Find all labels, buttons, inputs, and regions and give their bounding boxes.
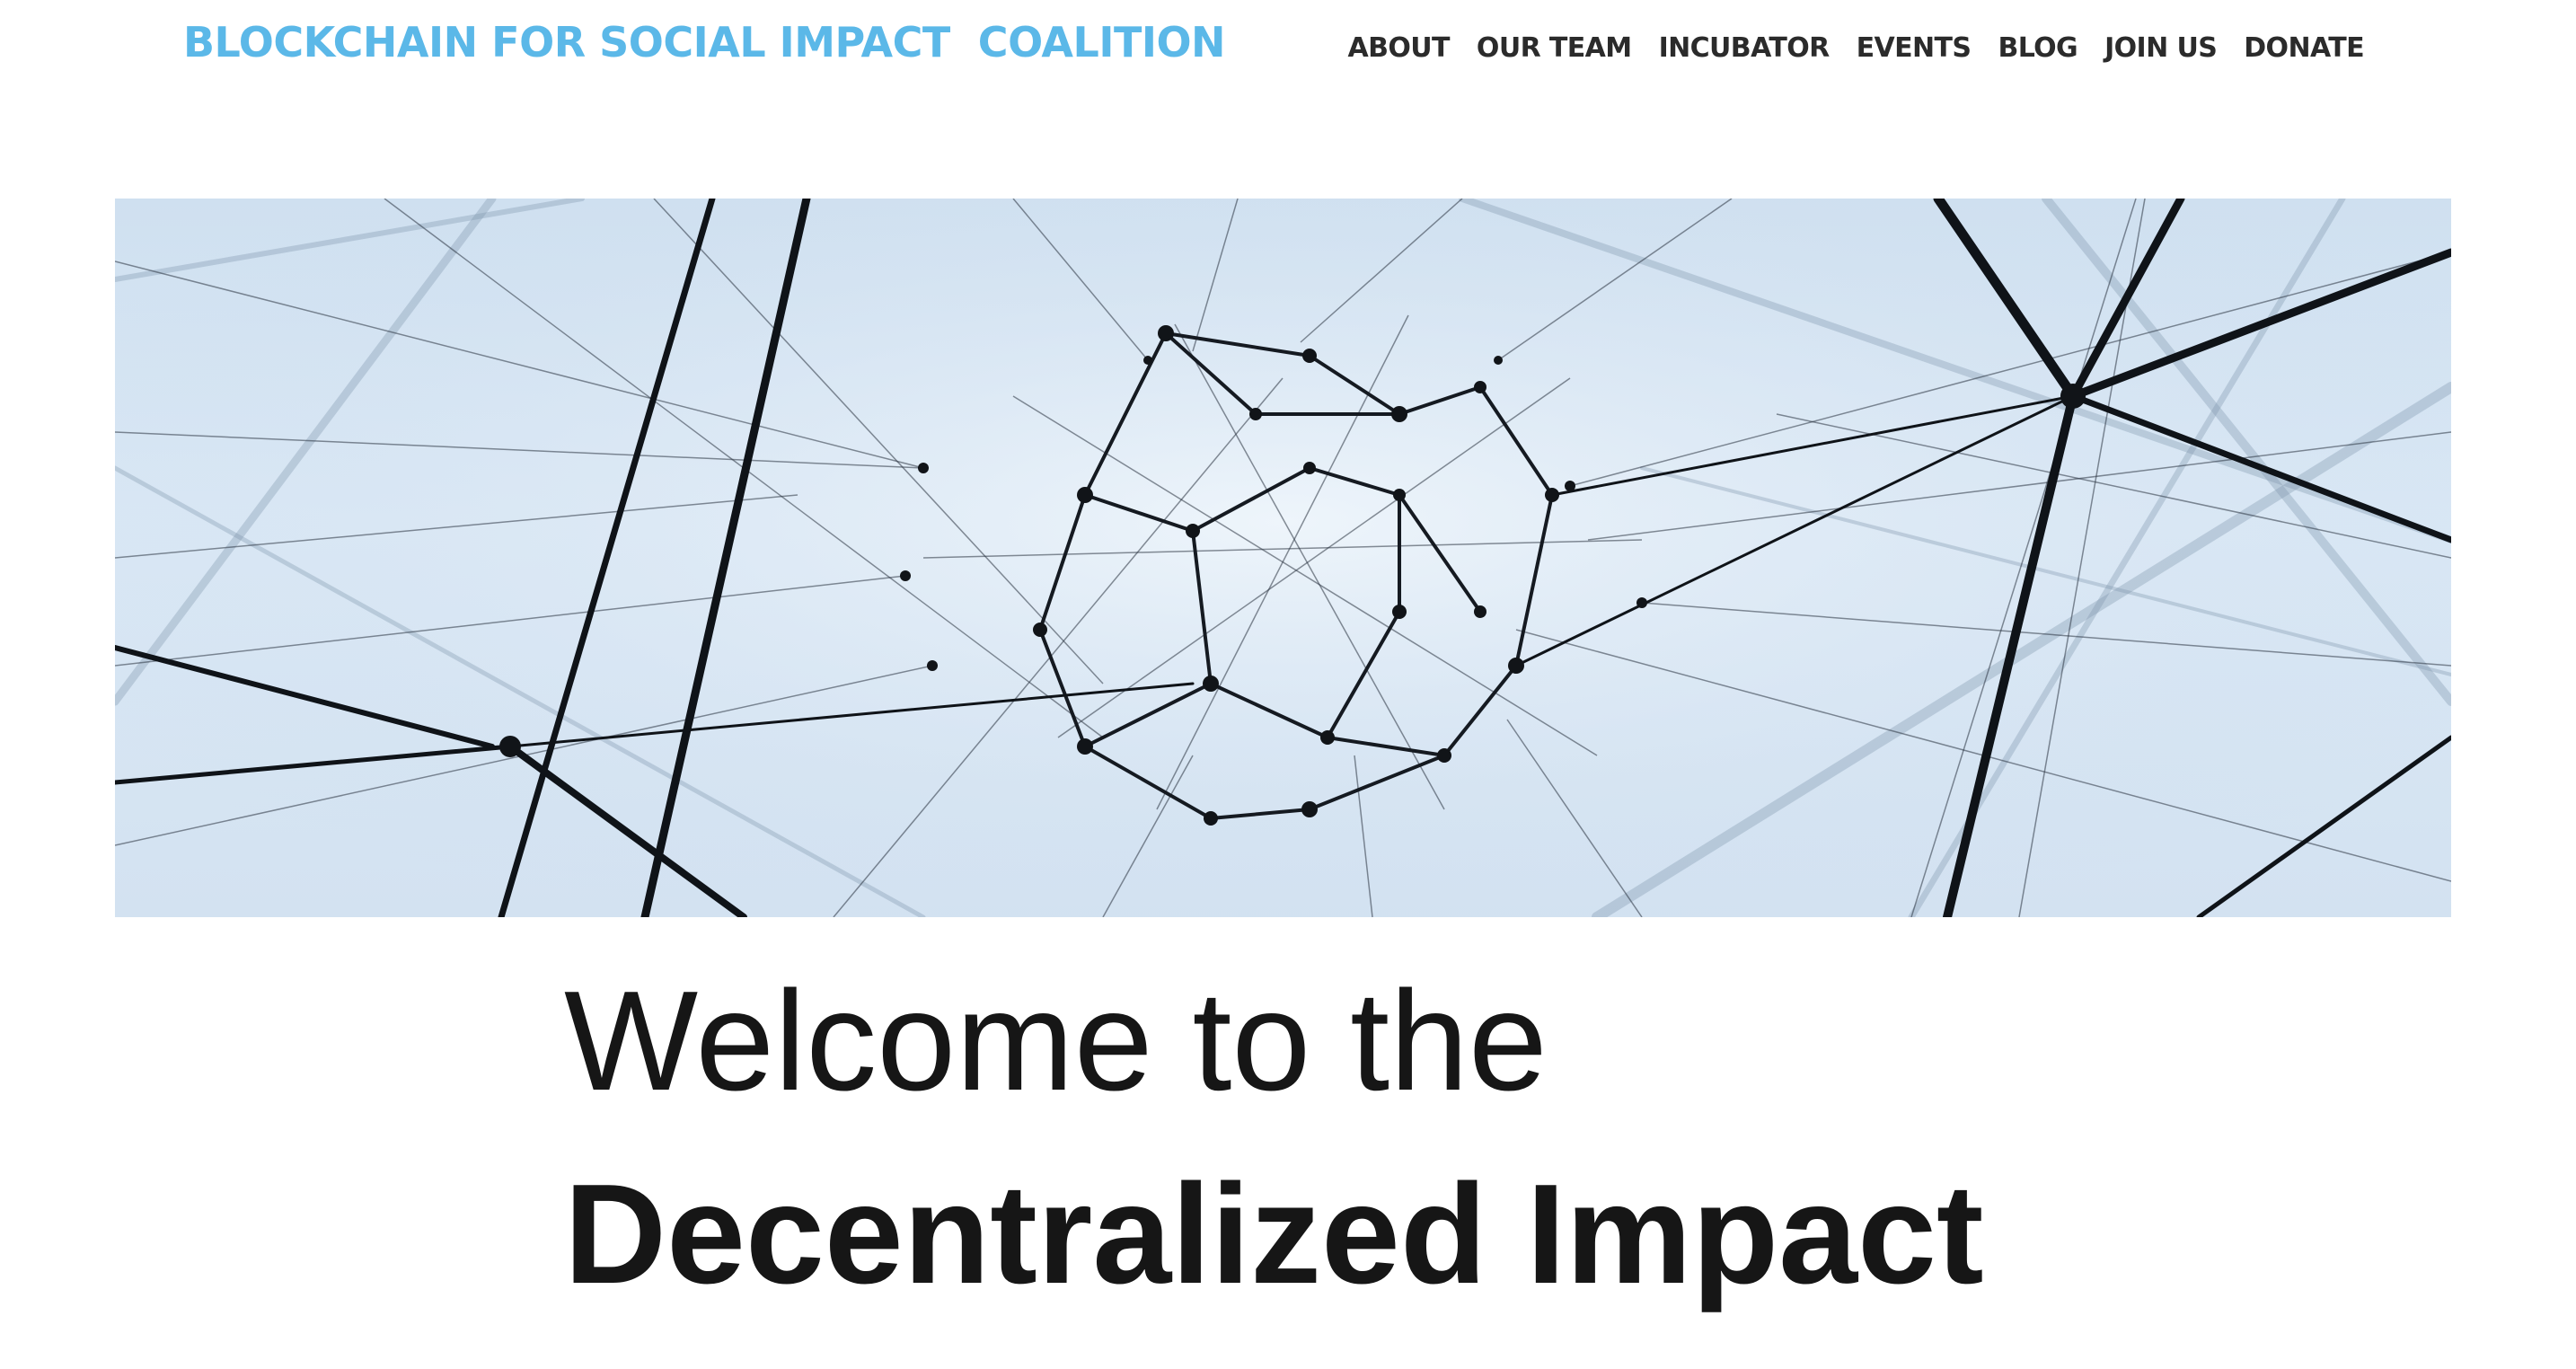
nav-incubator[interactable]: INCUBATOR	[1659, 32, 1831, 64]
site-logo[interactable]: BLOCKCHAIN FOR SOCIAL IMPACT COALITION	[183, 18, 1226, 66]
nav-events[interactable]: EVENTS	[1857, 32, 1972, 64]
welcome-heading-line2: Decentralized Impact	[564, 1155, 1984, 1313]
network-nodes-image	[115, 199, 2451, 917]
nav-blog[interactable]: BLOG	[1998, 32, 2078, 64]
nav-join-us[interactable]: JOIN US	[2104, 32, 2218, 64]
main-nav: ABOUT OUR TEAM INCUBATOR EVENTS BLOG JOI…	[1348, 32, 2365, 64]
site-header: BLOCKCHAIN FOR SOCIAL IMPACT COALITION A…	[0, 0, 2576, 108]
welcome-heading-line1: Welcome to the	[564, 962, 1548, 1120]
nav-about[interactable]: ABOUT	[1348, 32, 1451, 64]
nav-our-team[interactable]: OUR TEAM	[1477, 32, 1632, 64]
hero-banner-image	[115, 199, 2451, 917]
nav-donate[interactable]: DONATE	[2244, 32, 2364, 64]
